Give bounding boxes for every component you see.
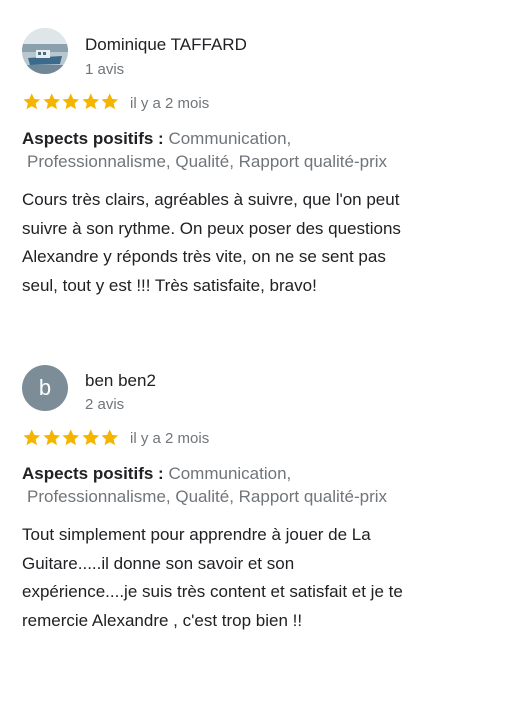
- review-text-line: Tout simplement pour apprendre à jouer d…: [22, 525, 371, 544]
- review-text: Cours très clairs, agréables à suivre, q…: [22, 186, 502, 300]
- aspects-line2: Professionnalisme, Qualité, Rapport qual…: [27, 487, 388, 506]
- star-icon: [81, 429, 99, 446]
- review-count: 1 avis: [85, 61, 125, 78]
- avatar[interactable]: [22, 28, 68, 74]
- star-icon: [62, 93, 80, 110]
- review-text-line: seul, tout y est !!! Très satisfaite, br…: [22, 275, 317, 295]
- star-icon: [81, 93, 99, 110]
- star-icon: [23, 93, 41, 110]
- aspects-line2: Professionnalisme, Qualité, Rapport qual…: [27, 152, 388, 171]
- author-name[interactable]: Dominique TAFFARD: [85, 35, 247, 55]
- avatar-letter: b: [38, 375, 52, 400]
- aspects-positive: Aspects positifs : Communication, Profes…: [22, 127, 492, 173]
- review-text-line: Guitare.....il donne son savoir et son: [22, 553, 295, 573]
- aspects-label: Aspects positifs :: [22, 464, 164, 483]
- aspects-line1: Communication,: [168, 464, 292, 483]
- aspects-line1: Communication,: [168, 129, 292, 148]
- review-text-line: suivre à son rythme. On peux poser des q…: [22, 218, 401, 238]
- star-icon: [101, 429, 119, 446]
- review-text-line: expérience....je suis très content et sa…: [22, 582, 403, 602]
- star-rating: [22, 92, 120, 112]
- star-icon: [62, 429, 80, 446]
- review-text: Tout simplement pour apprendre à jouer d…: [22, 521, 502, 635]
- aspects-positive: Aspects positifs : Communication, Profes…: [22, 462, 492, 508]
- review-count: 2 avis: [85, 396, 125, 413]
- review-text-line: Alexandre y réponds très vite, on ne se …: [22, 247, 386, 267]
- aspects-label: Aspects positifs :: [22, 129, 164, 148]
- star-rating: [22, 428, 120, 448]
- star-icon: [42, 93, 60, 110]
- review-time: il y a 2 mois: [130, 430, 210, 447]
- star-icon: [101, 93, 119, 110]
- star-icon: [23, 429, 41, 446]
- avatar[interactable]: b: [22, 365, 68, 411]
- star-icon: [42, 429, 60, 446]
- review-text-line: Cours très clairs, agréables à suivre, q…: [22, 190, 400, 209]
- avatar-photo: [22, 28, 68, 74]
- author-name[interactable]: ben ben2: [85, 371, 156, 391]
- review-time: il y a 2 mois: [130, 95, 210, 112]
- review-text-line: remercie Alexandre , c'est trop bien !!: [22, 610, 303, 630]
